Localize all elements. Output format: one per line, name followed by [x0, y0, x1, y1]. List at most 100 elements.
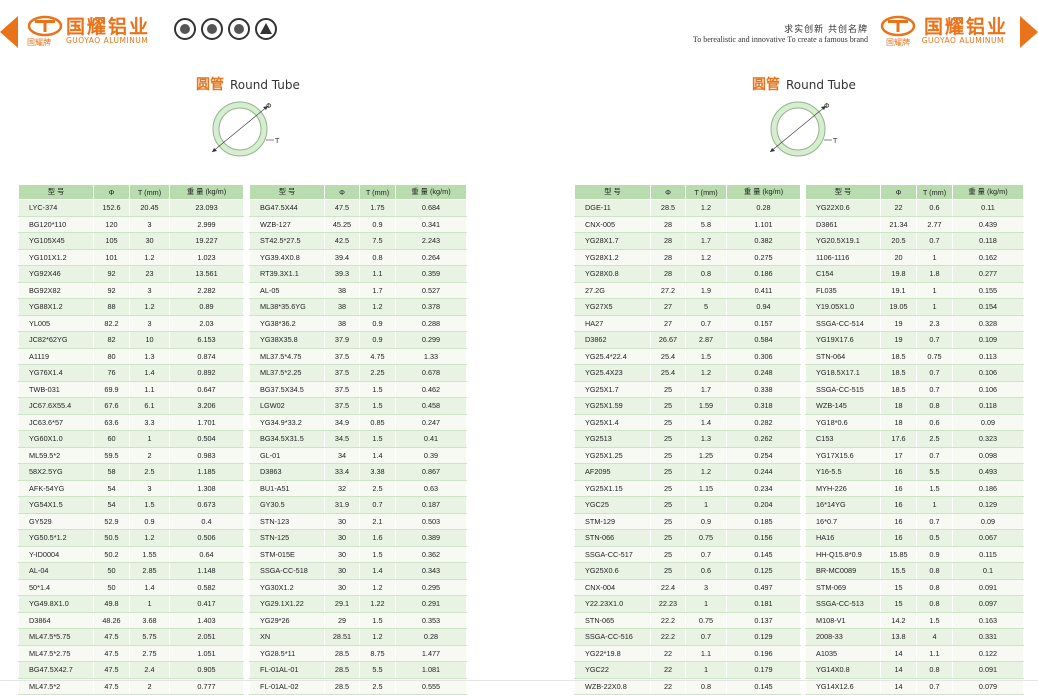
- thickness-cell: 0.9: [685, 513, 727, 530]
- thickness-cell: 2.87: [685, 331, 727, 349]
- slogan-en: To berealistic and innovative To create …: [692, 35, 868, 44]
- weight-cell: 0.09: [952, 513, 1024, 530]
- thickness-cell: 0.7: [685, 546, 727, 563]
- model-cell: YG88X1.2: [18, 298, 94, 316]
- thickness-cell: 0.7: [685, 628, 727, 646]
- weight-cell: 2.051: [169, 628, 244, 646]
- diameter-cell: 101: [93, 249, 130, 266]
- model-cell: D3862: [574, 331, 651, 349]
- weight-cell: 1.185: [169, 463, 244, 481]
- column-header: 型 号: [805, 184, 881, 200]
- model-cell: LYC-374: [18, 199, 94, 217]
- weight-cell: 0.28: [395, 628, 467, 646]
- diameter-cell: 19: [880, 331, 917, 349]
- model-cell: A1119: [18, 348, 94, 365]
- thickness-cell: 5: [685, 298, 727, 316]
- brand-name-cn: 国耀铝业: [66, 16, 151, 38]
- thickness-cell: 1.2: [129, 529, 170, 547]
- weight-cell: 0.129: [726, 628, 801, 646]
- thickness-cell: 1.55: [129, 546, 170, 563]
- thickness-cell: 1.15: [685, 480, 727, 497]
- table-row: 2008-33 13.8 4 0.331: [805, 628, 1024, 646]
- model-cell: XN: [249, 628, 325, 646]
- model-cell: AF2095: [574, 463, 651, 481]
- model-cell: YG18.5X17.1: [805, 364, 881, 382]
- table-row: YG27X5 27 5 0.94: [574, 298, 801, 316]
- diameter-cell: 88: [93, 298, 130, 316]
- weight-cell: 3.206: [169, 397, 244, 415]
- model-cell: YGC22: [574, 661, 651, 679]
- weight-cell: 6.153: [169, 331, 244, 349]
- diameter-cell: 20: [880, 249, 917, 266]
- diameter-cell: 120: [93, 216, 130, 233]
- table-row: YG28X0.8 28 0.8 0.186: [574, 265, 801, 283]
- model-cell: YG101X1.2: [18, 249, 94, 266]
- table-row: YG54X1.5 54 1.5 0.673: [18, 496, 244, 514]
- thickness-cell: 2.75: [129, 645, 170, 662]
- thickness-cell: 1.4: [359, 562, 396, 580]
- diameter-cell: 22.4: [650, 579, 686, 596]
- diameter-cell: 34: [324, 447, 360, 464]
- certification-badge-icon: [228, 18, 250, 40]
- table-row: YG49.8X1.0 49.8 1 0.417: [18, 595, 244, 613]
- thickness-cell: 3: [129, 315, 170, 332]
- diameter-cell: 16: [880, 480, 917, 497]
- thickness-cell: 1.3: [129, 348, 170, 365]
- weight-cell: 0.462: [395, 381, 467, 398]
- table-row: Y19.05X1.0 19.05 1 0.154: [805, 298, 1024, 316]
- table-row: YG17X15.6 17 0.7 0.098: [805, 447, 1024, 464]
- table-row: LGW02 37.5 1.5 0.458: [249, 397, 467, 415]
- round-tube-diagram: Φ T: [211, 101, 280, 157]
- weight-cell: 2.282: [169, 282, 244, 299]
- weight-cell: 0.118: [952, 397, 1024, 415]
- table-row: STM-069 15 0.8 0.091: [805, 579, 1024, 596]
- thickness-cell: 1.2: [685, 463, 727, 481]
- diameter-cell: 22: [650, 661, 686, 679]
- model-cell: YG25X1.25: [574, 447, 651, 464]
- table-row: YGC22 22 1 0.179: [574, 661, 801, 679]
- weight-cell: 0.382: [726, 232, 801, 250]
- table-row: Y22.23X1.0 22.23 1 0.181: [574, 595, 801, 613]
- weight-cell: 0.64: [169, 546, 244, 563]
- table-row: GY30.5 31.9 0.7 0.187: [249, 496, 467, 514]
- table-row: A1119 80 1.3 0.874: [18, 348, 244, 365]
- model-cell: M108-V1: [805, 612, 881, 629]
- table-row: D3862 26.67 2.87 0.584: [574, 331, 801, 349]
- table-row: AFK-54YG 54 3 1.308: [18, 480, 244, 497]
- weight-cell: 0.63: [395, 480, 467, 497]
- table-row: YG25X1.59 25 1.59 0.318: [574, 397, 801, 415]
- thickness-cell: 1.5: [916, 612, 953, 629]
- table-row: D3861 21.34 2.77 0.439: [805, 216, 1024, 233]
- weight-cell: 0.362: [395, 546, 467, 563]
- diameter-cell: 19.1: [880, 282, 917, 299]
- table-row: STM-015E 30 1.5 0.362: [249, 546, 467, 563]
- model-cell: 16*0.7: [805, 513, 881, 530]
- table-row: BR-MC0089 15.5 0.8 0.1: [805, 562, 1024, 580]
- table-row: YG76X1.4 76 1.4 0.892: [18, 364, 244, 382]
- model-cell: YG29*26: [249, 612, 325, 629]
- diameter-cell: 28.5: [324, 661, 360, 679]
- model-cell: AL-05: [249, 282, 325, 299]
- thickness-cell: 0.85: [359, 414, 396, 431]
- diameter-cell: 33.4: [324, 463, 360, 481]
- diameter-cell: 28.51: [324, 628, 360, 646]
- model-cell: JC63.6*57: [18, 414, 94, 431]
- weight-cell: 0.291: [395, 595, 467, 613]
- diameter-cell: 15.5: [880, 562, 917, 580]
- model-cell: 2008-33: [805, 628, 881, 646]
- table-row: D3864 48.26 3.68 1.403: [18, 612, 244, 629]
- model-cell: YG18*0.6: [805, 414, 881, 431]
- thickness-cell: 0.9: [129, 513, 170, 530]
- diameter-cell: 105: [93, 232, 130, 250]
- table-row: C153 17.6 2.5 0.323: [805, 430, 1024, 448]
- section-title-en: Round Tube: [786, 78, 856, 92]
- weight-cell: 0.4: [169, 513, 244, 530]
- model-cell: CNX-005: [574, 216, 651, 233]
- thickness-cell: 0.7: [916, 381, 953, 398]
- diameter-cell: 28: [650, 265, 686, 283]
- diameter-cell: 30: [324, 513, 360, 530]
- weight-cell: 0.306: [726, 348, 801, 365]
- thickness-cell: 0.6: [916, 199, 953, 217]
- diameter-cell: 27: [650, 298, 686, 316]
- thickness-cell: 8.75: [359, 645, 396, 662]
